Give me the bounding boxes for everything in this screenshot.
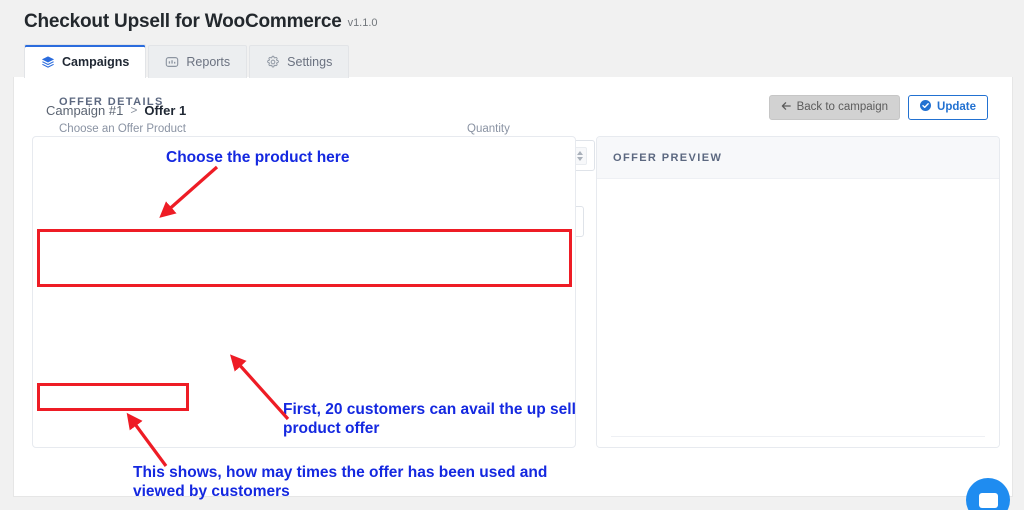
tab-campaigns-label: Campaigns — [62, 54, 130, 69]
offer-preview-card: Offer Preview — [596, 136, 1000, 448]
tab-bar: Campaigns Reports Settings — [24, 44, 351, 78]
gear-icon — [266, 55, 280, 69]
chat-bubble-icon — [978, 492, 998, 508]
version-label: v1.1.0 — [347, 17, 378, 29]
annotation-usage-stats: This shows, how may times the offer has … — [133, 464, 548, 500]
app-root: Checkout Upsell for WooCommerce v1.1.0 C… — [0, 0, 1024, 510]
layers-icon — [41, 55, 55, 69]
annotation-usage-limit: First, 20 customers can avail the up sel… — [283, 401, 576, 437]
tab-campaigns[interactable]: Campaigns — [24, 44, 147, 78]
offer-preview-header: Offer Preview — [597, 137, 999, 179]
annotation-choose-product: Choose the product here — [166, 149, 350, 166]
page-title: Checkout Upsell for WooCommerce — [24, 11, 342, 32]
tab-reports[interactable]: Reports — [148, 45, 248, 78]
quantity-label: Quantity — [467, 123, 510, 135]
report-chart-icon — [165, 55, 179, 69]
offer-product-label: Choose an Offer Product — [59, 123, 186, 135]
offer-preview-title: Offer Preview — [613, 151, 723, 164]
tab-settings[interactable]: Settings — [249, 45, 350, 78]
offer-preview-footer — [597, 437, 999, 447]
tab-reports-label: Reports — [186, 55, 231, 69]
tab-settings-label: Settings — [287, 55, 333, 69]
offer-details-title: Offer Details — [59, 96, 164, 108]
offer-preview-body — [611, 179, 985, 437]
app-header: Checkout Upsell for WooCommerce v1.1.0 — [13, 0, 1024, 44]
